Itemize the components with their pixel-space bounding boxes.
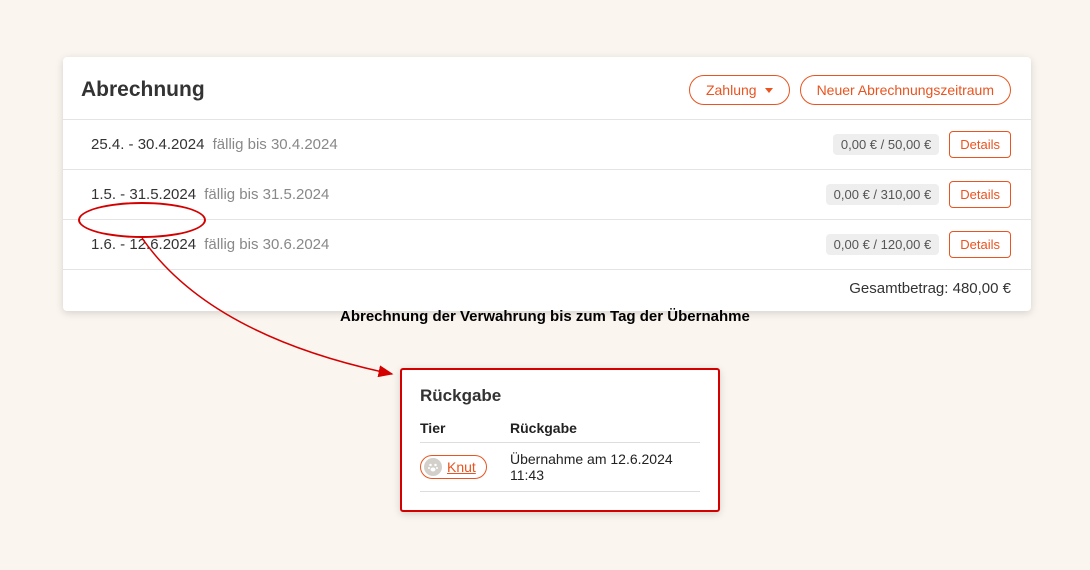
total-amount: Gesamtbetrag: 480,00 € bbox=[63, 269, 1031, 311]
billing-card: Abrechnung Zahlung Neuer Abrechnungszeit… bbox=[63, 57, 1031, 311]
annotation-text: Abrechnung der Verwahrung bis zum Tag de… bbox=[340, 308, 750, 325]
billing-title: Abrechnung bbox=[81, 78, 205, 102]
details-button[interactable]: Details bbox=[949, 231, 1011, 258]
payment-dropdown-button[interactable]: Zahlung bbox=[689, 75, 790, 105]
amount-badge: 0,00 € / 50,00 € bbox=[833, 134, 939, 155]
col-tier-header: Tier bbox=[420, 420, 510, 436]
return-table-header: Tier Rückgabe bbox=[420, 420, 700, 442]
col-return-header: Rückgabe bbox=[510, 420, 700, 436]
period-right: 0,00 € / 120,00 € Details bbox=[826, 231, 1011, 258]
period-right: 0,00 € / 50,00 € Details bbox=[833, 131, 1011, 158]
period-range: 1.6. - 12.6.2024 bbox=[91, 236, 196, 253]
period-date-due: 1.6. - 12.6.2024 fällig bis 30.6.2024 bbox=[91, 236, 329, 253]
animal-name: Knut bbox=[447, 459, 476, 475]
period-date-due: 1.5. - 31.5.2024 fällig bis 31.5.2024 bbox=[91, 186, 329, 203]
billing-period-row: 1.5. - 31.5.2024 fällig bis 31.5.2024 0,… bbox=[63, 169, 1031, 219]
period-range: 1.5. - 31.5.2024 bbox=[91, 186, 196, 203]
paw-icon bbox=[424, 458, 442, 476]
period-right: 0,00 € / 310,00 € Details bbox=[826, 181, 1011, 208]
return-title: Rückgabe bbox=[420, 386, 700, 406]
period-range: 25.4. - 30.4.2024 bbox=[91, 136, 204, 153]
chevron-down-icon bbox=[765, 88, 773, 93]
header-button-group: Zahlung Neuer Abrechnungszeitraum bbox=[689, 75, 1011, 105]
period-due: fällig bis 30.4.2024 bbox=[213, 136, 338, 153]
amount-badge: 0,00 € / 120,00 € bbox=[826, 234, 940, 255]
new-billing-period-button[interactable]: Neuer Abrechnungszeitraum bbox=[800, 75, 1011, 105]
billing-period-row: 25.4. - 30.4.2024 fällig bis 30.4.2024 0… bbox=[63, 119, 1031, 169]
return-card: Rückgabe Tier Rückgabe Knut Übernahme am… bbox=[400, 368, 720, 512]
period-due: fällig bis 30.6.2024 bbox=[204, 236, 329, 253]
billing-card-header: Abrechnung Zahlung Neuer Abrechnungszeit… bbox=[63, 57, 1031, 119]
period-date-due: 25.4. - 30.4.2024 fällig bis 30.4.2024 bbox=[91, 136, 338, 153]
animal-cell: Knut bbox=[420, 455, 510, 479]
details-button[interactable]: Details bbox=[949, 131, 1011, 158]
payment-label: Zahlung bbox=[706, 82, 757, 98]
return-table-row: Knut Übernahme am 12.6.2024 11:43 bbox=[420, 442, 700, 492]
return-text: Übernahme am 12.6.2024 11:43 bbox=[510, 451, 700, 483]
animal-chip[interactable]: Knut bbox=[420, 455, 487, 479]
details-button[interactable]: Details bbox=[949, 181, 1011, 208]
period-due: fällig bis 31.5.2024 bbox=[204, 186, 329, 203]
billing-period-row: 1.6. - 12.6.2024 fällig bis 30.6.2024 0,… bbox=[63, 219, 1031, 269]
amount-badge: 0,00 € / 310,00 € bbox=[826, 184, 940, 205]
